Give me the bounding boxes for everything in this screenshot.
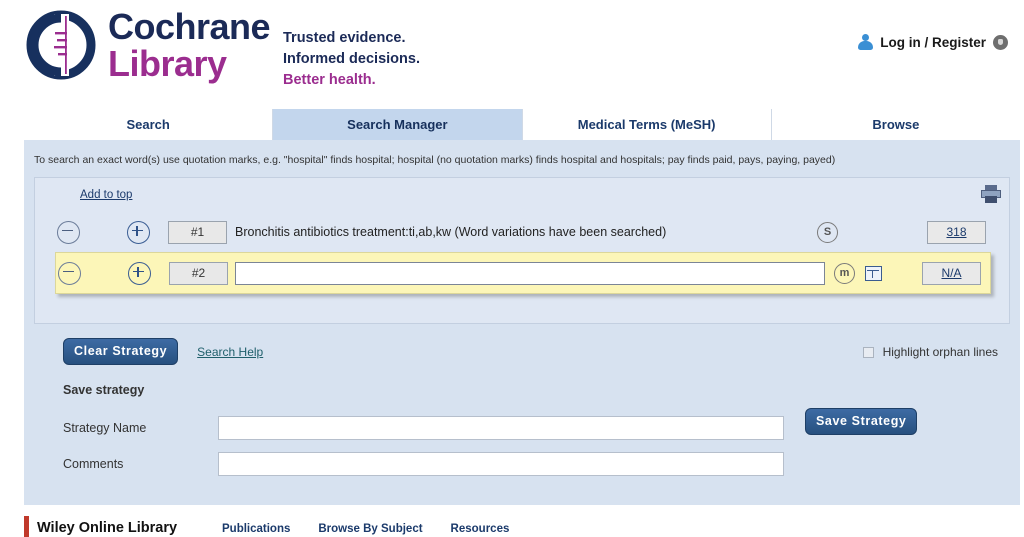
row-number-2[interactable]: #2 [169,261,228,285]
tagline: Trusted evidence. Informed decisions. Be… [283,28,420,91]
row-result-count-2-value: N/A [941,266,962,280]
tagline-line1: Trusted evidence. [283,30,406,46]
login-register-link[interactable]: Log in / Register [880,35,986,50]
search-manager-content: To search an exact word(s) use quotation… [24,140,1020,505]
highlight-orphan-lines-checkbox[interactable] [862,346,874,358]
circled-m-icon[interactable]: m [834,262,855,284]
tagline-line2: Informed decisions. [283,51,420,68]
minus-circle-icon[interactable] [58,261,81,285]
logo-text-line2: Library [108,42,227,84]
strategy-actions: Clear Strategy Search Help [63,338,263,365]
comments-field-row: Comments [63,452,784,476]
clear-strategy-button[interactable]: Clear Strategy [63,338,179,365]
row-result-count-1[interactable]: 318 [927,220,986,244]
search-rows-panel: Add to top #1 Bronchitis antibiotics tre… [34,177,1010,324]
comments-label: Comments [63,457,124,471]
footer-accent-bar [24,516,29,537]
page-root: Cochrane Library Trusted evidence. Infor… [0,0,1024,537]
add-to-top-link[interactable]: Add to top [80,189,132,201]
row-number-1[interactable]: #1 [168,220,227,244]
highlight-orphan-lines-control[interactable]: Highlight orphan lines [862,345,998,359]
highlight-orphan-lines-label: Highlight orphan lines [882,345,998,359]
table-grid-icon[interactable] [865,265,882,281]
printer-icon[interactable] [981,185,1001,203]
cochrane-logo-icon [24,8,98,82]
tab-search-manager[interactable]: Search Manager [273,109,523,140]
strategy-name-field-row: Strategy Name [63,416,784,440]
search-row-1: #1 Bronchitis antibiotics treatment:ti,a… [35,212,1011,252]
user-icon [858,34,874,50]
main-tabs: Search Search Manager Medical Terms (MeS… [24,109,1020,140]
logo-text-line1: Cochrane [108,5,271,47]
circled-s-icon[interactable]: S [817,221,838,243]
footer-nav-resources[interactable]: Resources [451,523,510,535]
gear-icon[interactable] [993,34,1008,50]
tagline-line3: Better health. [283,72,376,89]
search-row-2: #2 m N/A [55,252,991,294]
strategy-name-input[interactable] [218,416,784,440]
search-query-input-2[interactable] [235,261,825,285]
footer-primary-nav: Publications Browse By Subject Resources [222,523,509,535]
footer-nav-publications[interactable]: Publications [222,523,290,535]
comments-input[interactable] [218,452,784,476]
save-strategy-heading: Save strategy [63,383,145,397]
wiley-online-library-brand[interactable]: Wiley Online Library [37,520,177,536]
tab-medical-terms-mesh[interactable]: Medical Terms (MeSH) [522,109,772,140]
save-strategy-button[interactable]: Save Strategy [805,408,918,435]
strategy-name-label: Strategy Name [63,421,147,435]
site-header: Cochrane Library Trusted evidence. Infor… [0,0,1024,108]
search-help-link[interactable]: Search Help [197,345,263,359]
search-hint-text: To search an exact word(s) use quotation… [34,154,836,166]
minus-circle-icon[interactable] [57,220,80,244]
cochrane-library-logo[interactable]: Cochrane Library [24,5,271,84]
footer-nav-browse-by-subject[interactable]: Browse By Subject [318,523,422,535]
save-strategy-title: Save strategy [63,381,144,399]
tab-search[interactable]: Search [24,109,274,140]
save-strategy-action: Save Strategy [805,408,918,435]
site-footer: Wiley Online Library Publications Browse… [0,505,1024,537]
row-query-text-1: Bronchitis antibiotics treatment:ti,ab,k… [235,225,667,239]
row-result-count-1-value: 318 [946,225,967,239]
tab-browse[interactable]: Browse [771,109,1020,140]
account-bar: Log in / Register [858,34,1008,50]
plus-circle-icon[interactable] [128,261,151,285]
row-result-count-2[interactable]: N/A [922,261,981,285]
plus-circle-icon[interactable] [127,220,150,244]
